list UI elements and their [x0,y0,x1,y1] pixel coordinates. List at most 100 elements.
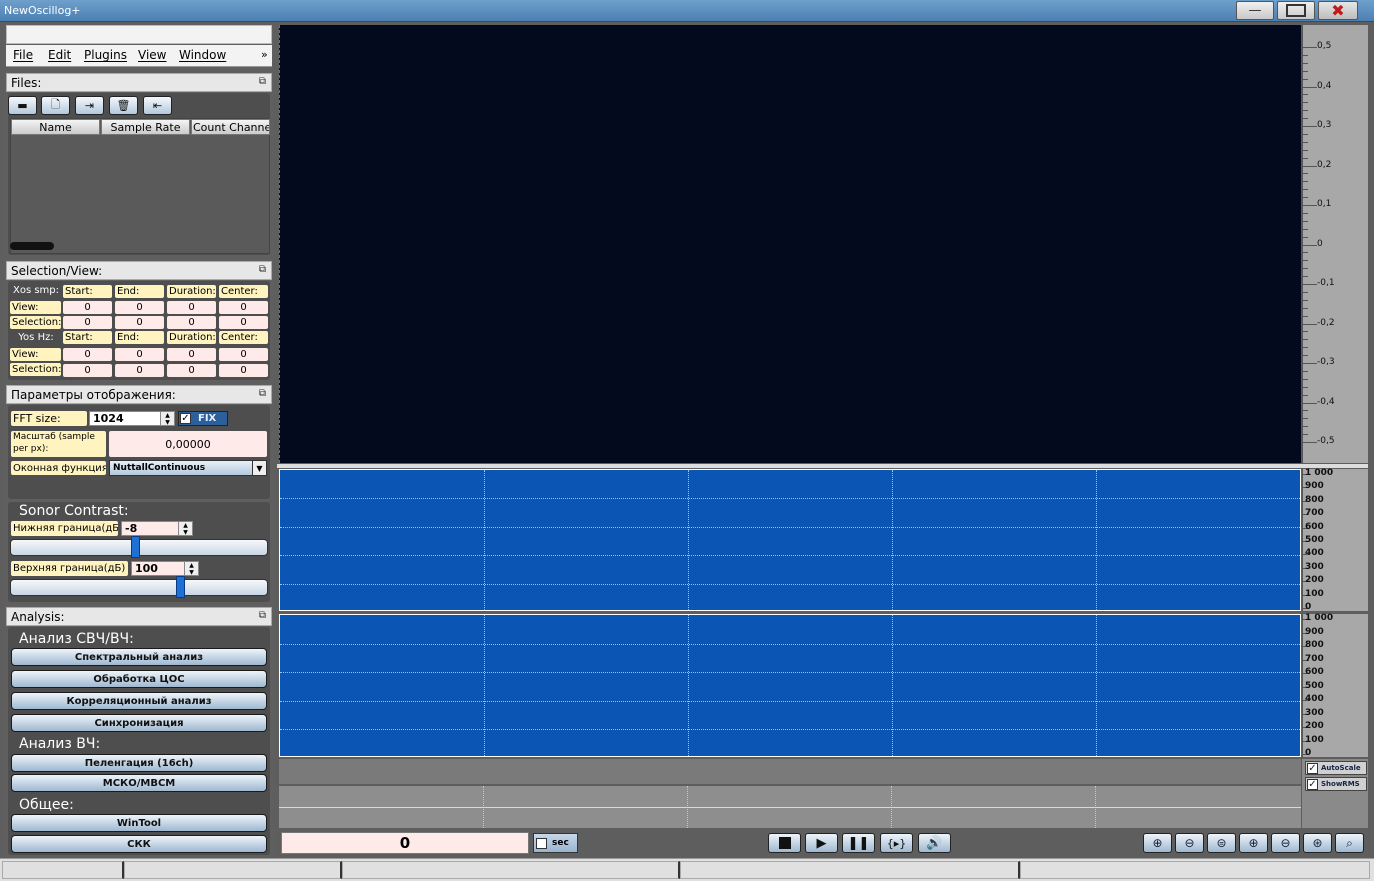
stop-button[interactable] [768,833,801,853]
x-sel-end[interactable]: 0 [115,316,164,329]
lower-bound-slider[interactable] [10,536,268,558]
title-bar: NewOscillog+ — ✖ [0,0,1374,22]
col-name[interactable]: Name [11,119,100,135]
upper-bound-input[interactable]: 100 ▲ ▼ [131,561,199,576]
float-icon[interactable]: ⧉ [259,76,266,87]
autoscale-checkbox[interactable]: ✓ AutoScale [1305,761,1367,775]
y-view-duration[interactable]: 0 [167,348,216,361]
col-count-channels[interactable]: Count Channe [191,119,270,135]
msko-button[interactable]: МСКО/МВСМ [11,774,267,792]
y-sel-duration[interactable]: 0 [167,364,216,377]
spectral-analysis-button[interactable]: Спектральный анализ [11,648,267,666]
menu-view[interactable]: View [138,48,166,62]
dsp-processing-button[interactable]: Обработка ЦОС [11,670,267,688]
float-icon[interactable]: ⧉ [259,610,266,621]
delete-button[interactable]: 🗑 [109,96,138,115]
y-sel-center[interactable]: 0 [219,364,268,377]
float-icon[interactable]: ⧉ [259,264,266,275]
x-view-center[interactable]: 0 [219,301,268,314]
import-icon: ⇥ [84,99,95,112]
status-segment [342,861,680,879]
splitter[interactable] [277,464,1368,468]
window-func-select[interactable]: NuttallContinuous ▼ [109,460,267,476]
zoom-out-y-button[interactable]: ⊖ [1271,833,1300,853]
showrms-checkbox[interactable]: ✓ ShowRMS [1305,777,1367,791]
slider-thumb[interactable] [176,576,185,598]
zoom-out-button[interactable]: ⊖ [1175,833,1204,853]
float-icon[interactable]: ⧉ [259,388,266,399]
upper-bound-slider[interactable] [10,576,268,598]
wintool-button[interactable]: WinTool [11,814,267,832]
close-button[interactable]: ✖ [1318,1,1358,20]
group-hf: Анализ ВЧ: [19,736,101,752]
play-icon: ▶ [816,835,827,851]
loop-selection-button[interactable]: {▸} [880,833,913,853]
zoom-in-button[interactable]: ⊕ [1143,833,1172,853]
x-sel-center[interactable]: 0 [219,316,268,329]
lower-bound-input[interactable]: -8 ▲ ▼ [121,521,193,536]
x-view-start[interactable]: 0 [63,301,112,314]
upper-spin-buttons[interactable]: ▲ ▼ [184,562,198,576]
panel-header-blank [6,25,272,44]
zoom-in-y-button[interactable]: ⊕ [1239,833,1268,853]
play-button[interactable]: ▶ [805,833,838,853]
correlation-analysis-button[interactable]: Корреляционный анализ [11,692,267,710]
axis-tick-label: -0,5 [1317,436,1335,446]
spectrogram-view-2[interactable] [279,614,1301,757]
x-sel-duration[interactable]: 0 [167,316,216,329]
scale-value[interactable]: 0,00000 [109,431,267,457]
open-folder-button[interactable]: ▬ [8,96,37,115]
axis-minor-tick [1303,220,1308,222]
menu-file[interactable]: File [13,48,33,62]
y-sel-start[interactable]: 0 [63,364,112,377]
menu-overflow[interactable]: » [261,48,268,61]
x-view-duration[interactable]: 0 [167,301,216,314]
timeline-strip[interactable] [279,786,1301,828]
col-sample-rate[interactable]: Sample Rate [101,119,190,135]
y-sel-end[interactable]: 0 [115,364,164,377]
overview-strip[interactable] [279,759,1301,784]
menu-plugins[interactable]: Plugins [84,48,127,62]
axis-minor-tick [1303,181,1308,183]
axis-minor-tick [1303,62,1308,64]
axis-tick-label: -0,1 [1317,278,1335,288]
axis-tick [1303,284,1317,285]
import-button[interactable]: ⇥ [75,96,104,115]
files-title: Files: [11,76,42,90]
synchronization-button[interactable]: Синхронизация [11,714,267,732]
oscillogram-view[interactable] [279,25,1301,463]
y-view-start[interactable]: 0 [63,348,112,361]
direction-finding-button[interactable]: Пеленгация (16ch) [11,754,267,772]
stop-icon [778,837,791,849]
zoom-reset-button[interactable]: ⌕ [1335,833,1364,853]
y-view-end[interactable]: 0 [115,348,164,361]
zoom-all-button[interactable]: ⊛ [1303,833,1332,853]
y-view-center[interactable]: 0 [219,348,268,361]
spectrogram-view-1[interactable] [279,469,1301,611]
lower-spin-buttons[interactable]: ▲ ▼ [178,522,192,536]
axis-tick-label: 0,2 [1317,159,1332,170]
seconds-toggle[interactable]: sec [533,833,578,853]
minimize-button[interactable]: — [1236,1,1274,20]
x-sel-start[interactable]: 0 [63,316,112,329]
slider-thumb[interactable] [131,536,140,558]
export-button[interactable]: ⇤ [143,96,172,115]
volume-button[interactable]: 🔊 [918,833,951,853]
menu-window[interactable]: Window [179,48,226,62]
files-table[interactable]: Name Sample Rate Count Channe [10,118,270,254]
maximize-button[interactable] [1277,1,1315,20]
x-view-end[interactable]: 0 [115,301,164,314]
new-file-button[interactable]: 🗋 [41,96,70,115]
fft-size-input[interactable]: 1024 ▲ ▼ [89,411,175,426]
menu-edit[interactable]: Edit [48,48,71,62]
axis-tick-label: 100 [1305,588,1324,599]
skk-button[interactable]: СКК [11,835,267,853]
fix-checkbox[interactable]: ✓ FIX [178,411,228,426]
axis-minor-tick [1303,410,1308,412]
fft-spin-buttons[interactable]: ▲ ▼ [160,412,174,426]
magnifier-icon: ⌕ [1346,835,1353,850]
horizontal-scrollbar[interactable] [10,242,54,250]
zoom-fit-button[interactable]: ⊜ [1207,833,1236,853]
axis-minor-tick [1303,291,1308,293]
pause-button[interactable]: ❚❚ [842,833,875,853]
